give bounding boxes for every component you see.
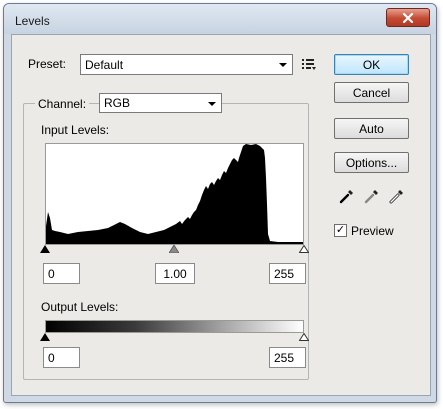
channel-value: RGB [104, 96, 131, 110]
output-white-slider[interactable] [299, 333, 309, 341]
window-title: Levels [15, 14, 50, 28]
preset-value: Default [85, 57, 124, 72]
options-button[interactable]: Options... [334, 152, 409, 173]
input-white-slider[interactable] [299, 245, 309, 253]
output-white-field[interactable]: 255 [269, 347, 306, 368]
close-button[interactable] [386, 8, 430, 27]
histogram [45, 143, 304, 245]
levels-dialog: Levels Preset: Default Channel: RGB Inpu… [3, 3, 437, 403]
preview-label: Preview [351, 224, 394, 238]
dialog-body: Preset: Default Channel: RGB Input Level… [11, 34, 431, 396]
channel-label: Channel: [35, 97, 90, 111]
output-white-value: 255 [274, 350, 295, 365]
output-black-slider[interactable] [40, 333, 50, 341]
histogram-data [46, 144, 303, 244]
preset-options-icon[interactable] [301, 56, 317, 72]
output-levels-label: Output Levels: [41, 300, 119, 314]
chevron-down-icon [279, 63, 287, 67]
checkmark-icon: ✓ [335, 224, 346, 236]
black-eyedropper-icon[interactable] [339, 188, 355, 204]
title-bar[interactable]: Levels [4, 4, 436, 34]
output-gradient-bar [45, 320, 304, 333]
close-icon [402, 12, 414, 23]
input-gamma-value: 1.00 [163, 266, 187, 281]
input-black-value: 0 [48, 266, 55, 281]
auto-button[interactable]: Auto [334, 118, 409, 139]
gray-eyedropper-icon[interactable] [364, 188, 380, 204]
output-black-value: 0 [48, 350, 55, 365]
input-white-value: 255 [274, 266, 295, 281]
input-gamma-field[interactable]: 1.00 [155, 263, 195, 284]
input-levels-label: Input Levels: [41, 123, 110, 137]
input-white-field[interactable]: 255 [269, 263, 306, 284]
cancel-button[interactable]: Cancel [334, 82, 409, 103]
preset-label: Preset: [28, 57, 67, 71]
preset-select[interactable]: Default [80, 54, 293, 75]
ok-button[interactable]: OK [334, 54, 409, 75]
preview-checkbox[interactable]: ✓ [334, 224, 347, 237]
channel-select[interactable]: RGB [99, 93, 222, 113]
input-gamma-slider[interactable] [169, 245, 179, 253]
chevron-down-icon [208, 102, 216, 106]
output-black-field[interactable]: 0 [43, 347, 80, 368]
input-black-slider[interactable] [40, 245, 50, 253]
white-eyedropper-icon[interactable] [389, 188, 405, 204]
input-black-field[interactable]: 0 [43, 263, 80, 284]
